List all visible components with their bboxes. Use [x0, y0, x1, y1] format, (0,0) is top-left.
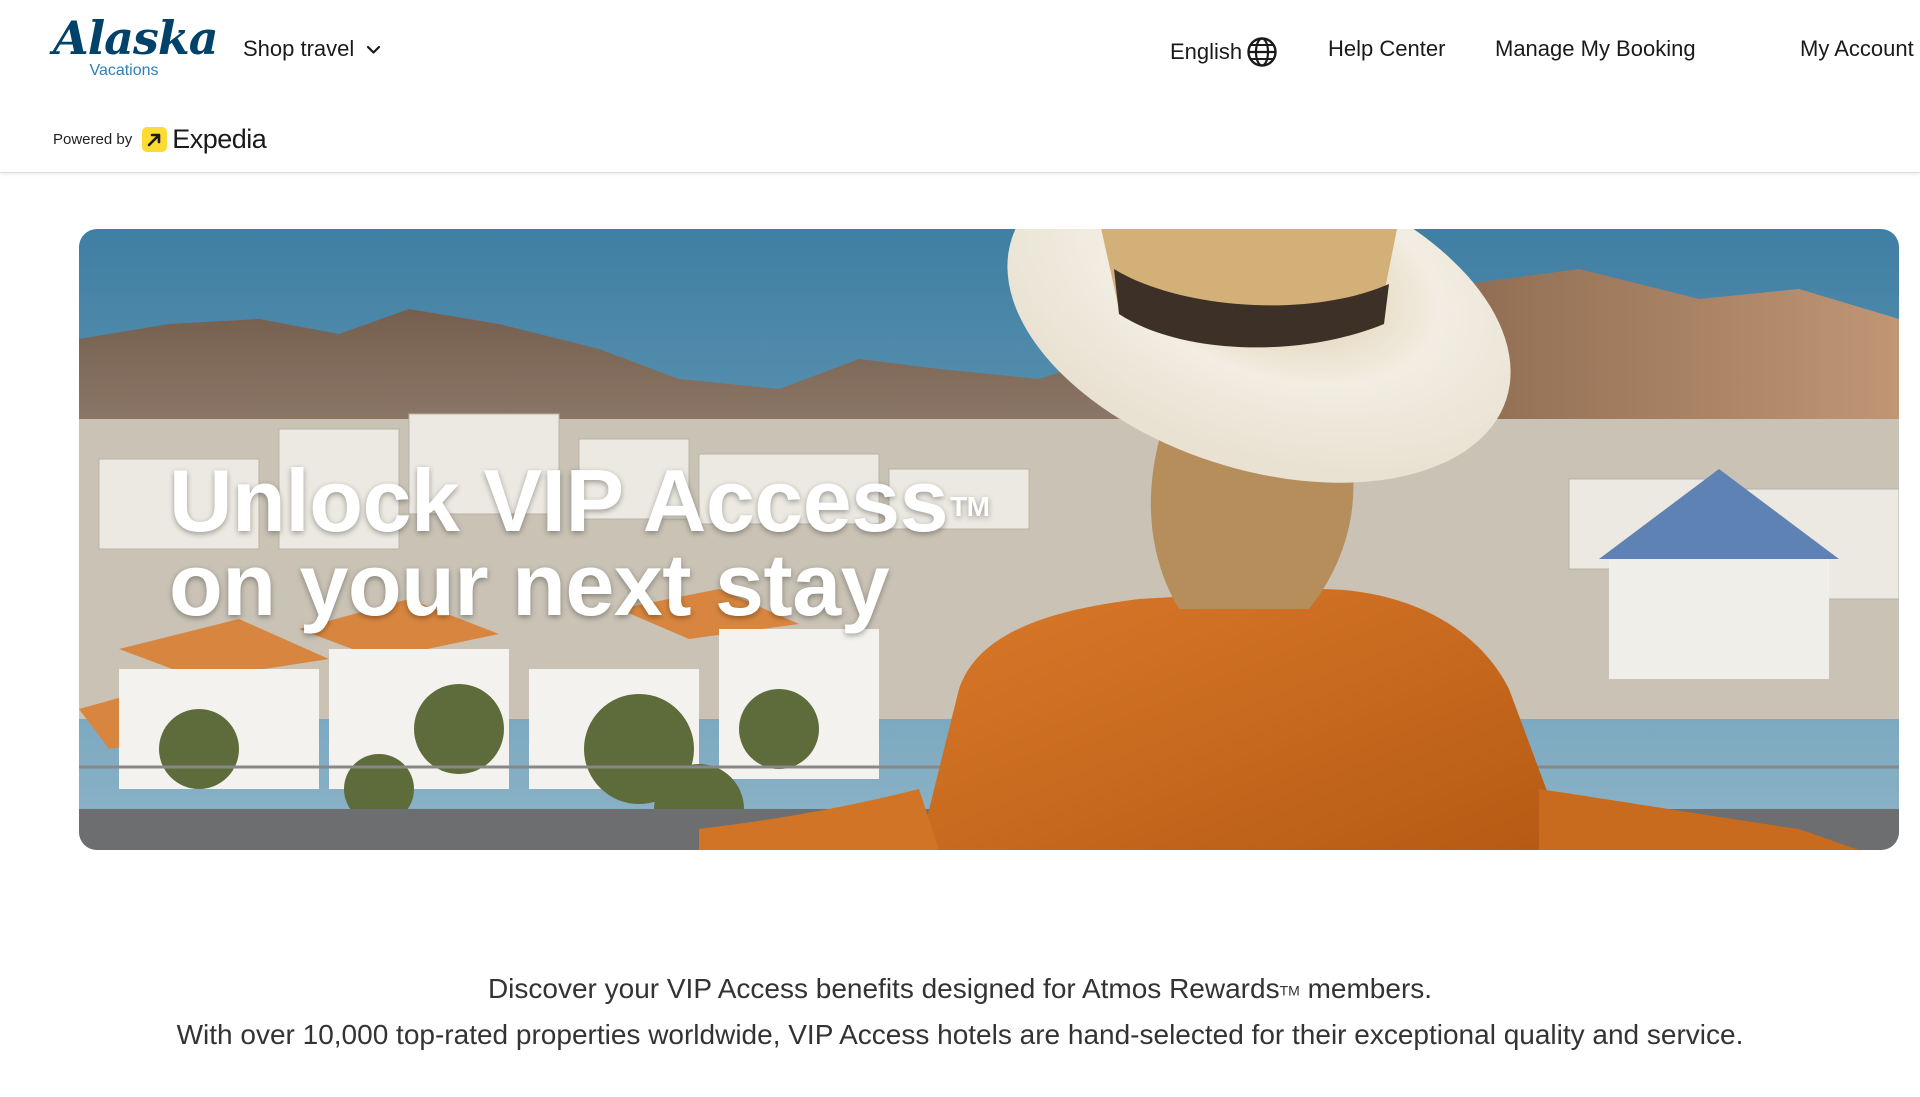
- expedia-arrow-icon: [142, 127, 168, 152]
- atmos-trademark: TM: [1279, 982, 1300, 999]
- globe-icon: [1247, 37, 1277, 67]
- description-line-1-prefix: Discover your VIP Access benefits design…: [487, 973, 1280, 1004]
- site-header: Alaska Vacations Shop travel English Hel…: [0, 0, 1920, 173]
- description-line-1: Discover your VIP Access benefits design…: [0, 972, 1920, 1008]
- manage-my-booking-link[interactable]: Manage My Booking: [1495, 36, 1696, 62]
- help-center-link[interactable]: Help Center: [1328, 36, 1445, 62]
- hero-banner: Unlock VIP AccessTM on your next stay: [79, 229, 1899, 850]
- shop-travel-label: Shop travel: [243, 36, 355, 61]
- my-account-link[interactable]: My Account: [1800, 36, 1914, 62]
- hero-title-line2: on your next stay: [169, 535, 890, 634]
- hero-title: Unlock VIP AccessTM on your next stay: [169, 457, 990, 634]
- language-selector[interactable]: English: [1170, 36, 1278, 68]
- trademark-symbol: TM: [950, 491, 990, 522]
- powered-by-expedia: Powered by Expedia: [53, 124, 267, 155]
- description-line-1-suffix: members.: [1299, 973, 1433, 1004]
- alaska-vacations-logo[interactable]: Alaska Vacations: [53, 11, 219, 80]
- shop-travel-menu[interactable]: Shop travel: [243, 36, 381, 62]
- logo-wordmark: Alaska: [53, 11, 219, 65]
- language-label: English: [1170, 39, 1243, 64]
- chevron-down-icon: [367, 46, 381, 54]
- powered-by-label: Powered by: [53, 131, 133, 148]
- description-line-2: With over 10,000 top-rated properties wo…: [176, 1019, 1744, 1050]
- expedia-wordmark: Expedia: [172, 124, 267, 154]
